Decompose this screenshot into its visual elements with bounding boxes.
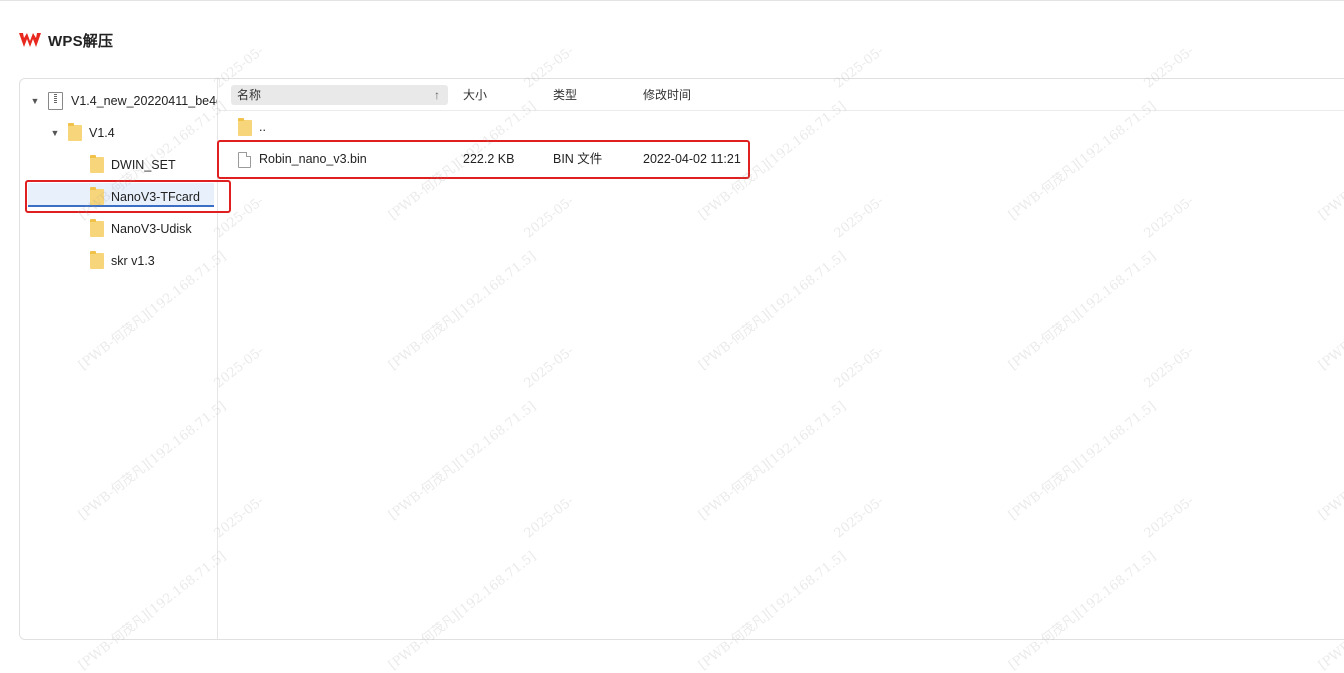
tree-item-skr-v1-3[interactable]: skr v1.3 bbox=[90, 248, 155, 274]
tree-item-label: skr v1.3 bbox=[111, 254, 155, 268]
tree-item-label: NanoV3-Udisk bbox=[111, 222, 192, 236]
title-bar: WPS解压 bbox=[18, 28, 113, 52]
column-header-modified[interactable]: 修改时间 bbox=[643, 85, 691, 105]
column-header-type[interactable]: 类型 bbox=[553, 85, 577, 105]
tree-item-archive[interactable]: ▼ V1.4_new_20220411_be4d bbox=[30, 88, 218, 114]
app-title: WPS解压 bbox=[48, 32, 114, 50]
folder-tree[interactable]: ▼ V1.4_new_20220411_be4d ▼ V1.4 DWIN_SET… bbox=[20, 79, 218, 639]
column-header-name-label: 名称 bbox=[237, 88, 262, 102]
wps-logo-icon bbox=[19, 33, 41, 47]
folder-icon bbox=[90, 219, 104, 237]
folder-icon bbox=[90, 155, 104, 173]
sort-ascending-icon[interactable]: ↑ bbox=[434, 85, 440, 105]
tree-item-v1-4[interactable]: ▼ V1.4 bbox=[50, 120, 115, 146]
window-top-border bbox=[0, 0, 1344, 1]
column-header-size[interactable]: 大小 bbox=[463, 85, 487, 105]
folder-icon bbox=[238, 118, 252, 136]
archive-file-icon bbox=[48, 92, 63, 110]
caret-down-icon[interactable]: ▼ bbox=[50, 128, 60, 138]
file-row-parent[interactable]: .. bbox=[217, 114, 1017, 140]
tree-item-label: DWIN_SET bbox=[111, 158, 176, 172]
annotation-box-tree-selection bbox=[25, 180, 231, 213]
folder-icon bbox=[90, 251, 104, 269]
tree-item-label: V1.4 bbox=[89, 126, 115, 140]
column-header-name[interactable]: 名称 ↑ bbox=[231, 85, 448, 105]
file-name: .. bbox=[259, 120, 266, 134]
file-list-header: 名称 ↑ 大小 类型 修改时间 bbox=[217, 79, 1344, 111]
tree-item-nanov3-udisk[interactable]: NanoV3-Udisk bbox=[90, 216, 192, 242]
tree-item-label: V1.4_new_20220411_be4d bbox=[71, 94, 218, 108]
annotation-box-file-row bbox=[217, 140, 750, 179]
tree-item-dwin-set[interactable]: DWIN_SET bbox=[90, 152, 176, 178]
folder-icon bbox=[68, 123, 82, 141]
caret-down-icon[interactable]: ▼ bbox=[30, 96, 40, 106]
